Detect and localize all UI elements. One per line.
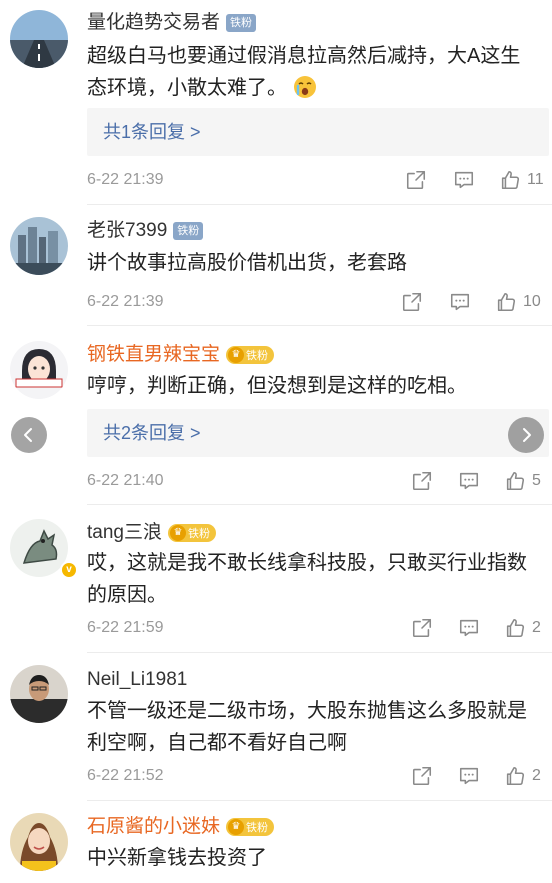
- user-row: 石原酱的小迷妹 ♛ 铁粉: [87, 812, 275, 842]
- crying-face-icon: [293, 75, 317, 99]
- share-button[interactable]: [405, 167, 427, 193]
- comment-text: 哼哼，判断正确，但没想到是这样的吃相。: [87, 375, 467, 397]
- share-button[interactable]: [401, 289, 423, 315]
- comment-icon: [449, 291, 471, 313]
- thumbs-up-icon: [504, 470, 526, 492]
- crown-icon: ♛: [228, 347, 245, 363]
- user-row: tang三浪 ♛ 铁粉: [87, 518, 216, 548]
- username[interactable]: 钢铁直男辣宝宝: [87, 342, 220, 368]
- timestamp: 6-22 21:59: [87, 619, 164, 636]
- like-button[interactable]: 5: [504, 468, 541, 494]
- comment-meta: 6-22 21:59 2: [87, 615, 547, 641]
- avatar[interactable]: [10, 217, 68, 275]
- like-count: 10: [523, 293, 541, 310]
- thumbs-up-icon: [504, 765, 526, 787]
- share-icon: [411, 470, 433, 492]
- like-button[interactable]: 2: [504, 763, 541, 789]
- comment-text: 超级白马也要通过假消息拉高然后减持，大A这生态环境，小散太难了。: [87, 45, 521, 99]
- comment-button[interactable]: [458, 468, 480, 494]
- chevron-left-icon: [24, 428, 32, 442]
- divider: [87, 325, 552, 326]
- divider: [87, 204, 552, 205]
- share-icon: [405, 169, 427, 191]
- like-count: 11: [527, 171, 544, 188]
- share-icon: [411, 765, 433, 787]
- user-row: Neil_Li1981: [87, 665, 187, 695]
- comment-button[interactable]: [453, 167, 475, 193]
- comment-icon: [458, 617, 480, 639]
- avatar[interactable]: [10, 665, 68, 723]
- timestamp: 6-22 21:39: [87, 293, 164, 310]
- divider: [87, 504, 552, 505]
- reply-summary-button[interactable]: 共2条回复 >: [87, 409, 549, 457]
- crown-icon: ♛: [228, 819, 245, 835]
- fan-badge: ♛ 铁粉: [167, 524, 216, 542]
- share-icon: [401, 291, 423, 313]
- timestamp: 6-22 21:40: [87, 472, 164, 489]
- divider: [87, 652, 552, 653]
- username[interactable]: 量化趋势交易者: [87, 10, 220, 36]
- timestamp: 6-22 21:39: [87, 171, 164, 188]
- fan-badge: ♛ 铁粉: [226, 346, 275, 364]
- comment-text: 哎，这就是我不敢长线拿科技股，只敢买行业指数的原因。: [87, 552, 527, 606]
- avatar[interactable]: [10, 341, 68, 399]
- like-button[interactable]: 10: [495, 289, 541, 315]
- comment-meta: 6-22 21:39 10: [87, 289, 547, 315]
- next-arrow-button[interactable]: [508, 417, 544, 453]
- avatar[interactable]: [10, 10, 68, 68]
- previous-arrow-button[interactable]: [11, 417, 47, 453]
- verified-badge-icon: v: [60, 561, 78, 579]
- user-row: 量化趋势交易者 铁粉: [87, 8, 257, 38]
- like-button[interactable]: 11: [499, 167, 544, 193]
- username[interactable]: 老张7399: [87, 218, 167, 244]
- comment-meta: 6-22 21:52 2: [87, 763, 547, 789]
- thumbs-up-icon: [499, 169, 521, 191]
- comment-icon: [458, 470, 480, 492]
- thumbs-up-icon: [504, 617, 526, 639]
- comment-icon: [458, 765, 480, 787]
- username[interactable]: tang三浪: [87, 520, 162, 546]
- username[interactable]: Neil_Li1981: [87, 667, 187, 693]
- comment-meta: 6-22 21:40 5: [87, 468, 547, 494]
- like-count: 2: [532, 619, 541, 636]
- share-icon: [411, 617, 433, 639]
- username[interactable]: 石原酱的小迷妹: [87, 814, 220, 840]
- like-count: 2: [532, 767, 541, 784]
- share-button[interactable]: [411, 615, 433, 641]
- user-row: 钢铁直男辣宝宝 ♛ 铁粉: [87, 340, 275, 370]
- comment-icon: [453, 169, 475, 191]
- crown-icon: ♛: [169, 525, 186, 541]
- comment-button[interactable]: [449, 289, 471, 315]
- avatar[interactable]: v: [10, 519, 78, 579]
- comment-button[interactable]: [458, 763, 480, 789]
- like-count: 5: [532, 472, 541, 489]
- chevron-right-icon: [523, 428, 531, 442]
- fan-badge: 铁粉: [226, 14, 257, 32]
- fan-badge: 铁粉: [173, 222, 204, 240]
- share-button[interactable]: [411, 468, 433, 494]
- comment-text: 中兴新拿钱去投资了: [87, 847, 267, 869]
- share-button[interactable]: [411, 763, 433, 789]
- user-row: 老张7399 铁粉: [87, 216, 204, 246]
- divider: [87, 800, 552, 801]
- comment-meta: 6-22 21:39 11: [87, 167, 547, 193]
- reply-summary-button[interactable]: 共1条回复 >: [87, 108, 549, 156]
- comment-button[interactable]: [458, 615, 480, 641]
- thumbs-up-icon: [495, 291, 517, 313]
- comment-text: 不管一级还是二级市场，大股东抛售这么多股就是利空啊，自己都不看好自己啊: [87, 700, 527, 754]
- fan-badge: ♛ 铁粉: [226, 818, 275, 836]
- avatar[interactable]: [10, 813, 68, 871]
- timestamp: 6-22 21:52: [87, 767, 164, 784]
- comment-text: 讲个故事拉高股价借机出货，老套路: [87, 252, 407, 274]
- like-button[interactable]: 2: [504, 615, 541, 641]
